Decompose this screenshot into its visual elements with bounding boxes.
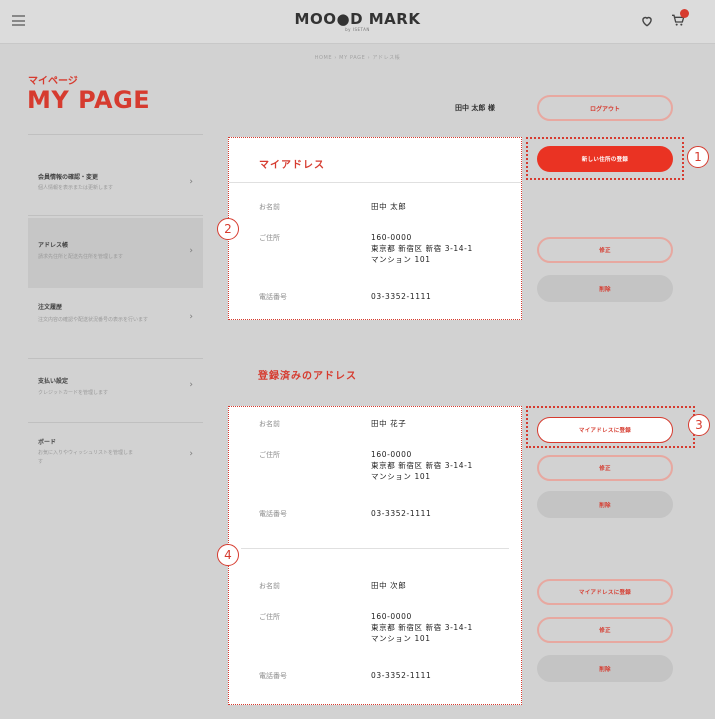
edit-button[interactable]: 修正 <box>537 617 673 643</box>
chevron-right-icon: › <box>189 380 193 390</box>
sidebar-item-title: 注文履歴 <box>38 304 63 311</box>
chevron-right-icon: › <box>189 246 193 256</box>
cart-badge <box>680 9 689 18</box>
site-logo-sub: by ISETAN <box>345 27 370 32</box>
chevron-right-icon: › <box>189 312 193 322</box>
address-value: 160-0000 東京都 新宿区 新宿 3-14-1 マンション 101 <box>371 450 473 481</box>
breadcrumb: HOME › MY PAGE › アドレス帳 <box>314 55 401 61</box>
phone-label: 電話番号 <box>259 510 287 518</box>
site-header: MOO●D MARK by ISETAN <box>0 0 715 44</box>
address-label: ご住所 <box>259 451 280 459</box>
sidebar-divider <box>28 422 203 423</box>
my-address-card: マイアドレス お名前 田中 太郎 ご住所 160-0000 東京都 新宿区 新宿… <box>228 137 522 320</box>
phone-label: 電話番号 <box>259 672 287 680</box>
page-title: MY PAGE <box>27 86 151 114</box>
sidebar-item-desc: クレジットカードを管理します <box>38 390 109 396</box>
sidebar-divider <box>28 134 203 135</box>
phone-label: 電話番号 <box>259 293 287 301</box>
chevron-right-icon: › <box>189 449 193 459</box>
page-title-jp: マイページ <box>28 76 78 87</box>
sidebar-item-desc: 個人情報を表示または更新します <box>38 185 114 191</box>
name-value: 田中 次郎 <box>371 581 407 590</box>
delete-button[interactable]: 削除 <box>537 491 673 518</box>
sidebar-item-payment-settings[interactable]: 支払い設定 クレジットカードを管理します › <box>28 362 203 422</box>
delete-button[interactable]: 削除 <box>537 275 673 302</box>
sidebar-divider <box>28 215 203 216</box>
sidebar-item-title: 支払い設定 <box>38 378 69 385</box>
address-value: 160-0000 東京都 新宿区 新宿 3-14-1 マンション 101 <box>371 233 473 264</box>
phone-value: 03-3352-1111 <box>371 671 432 680</box>
user-name: 田中 太郎 様 <box>455 104 495 112</box>
sidebar-item-desc: 注文内容の確認や配送状況番号の表示を行います <box>38 317 149 323</box>
address-value: 160-0000 東京都 新宿区 新宿 3-14-1 マンション 101 <box>371 612 473 643</box>
card-divider <box>229 182 521 183</box>
callout-number: 2 <box>217 218 239 240</box>
callout-number: 3 <box>688 414 710 436</box>
name-value: 田中 花子 <box>371 419 407 428</box>
name-label: お名前 <box>259 582 280 590</box>
callout-number: 1 <box>687 146 709 168</box>
sidebar-item-title: アドレス帳 <box>38 242 69 249</box>
registered-address-title: 登録済みのアドレス <box>258 371 357 382</box>
name-label: お名前 <box>259 420 280 428</box>
set-my-address-button[interactable]: マイアドレスに登録 <box>537 579 673 605</box>
edit-button[interactable]: 修正 <box>537 455 673 481</box>
chevron-right-icon: › <box>189 177 193 187</box>
set-my-address-button[interactable]: マイアドレスに登録 <box>537 417 673 443</box>
sidebar-item-desc: お気に入りやウィッシュリストを管理します <box>38 450 134 465</box>
phone-value: 03-3352-1111 <box>371 292 432 301</box>
site-logo[interactable]: MOO●D MARK <box>0 10 715 28</box>
edit-button[interactable]: 修正 <box>537 237 673 263</box>
name-value: 田中 太郎 <box>371 202 407 211</box>
delete-button[interactable]: 削除 <box>537 655 673 682</box>
sidebar-divider <box>28 358 203 359</box>
sidebar-item-desc: 請求先住所と配送先住所を管理します <box>38 254 124 260</box>
sidebar-item-order-history[interactable]: 注文履歴 注文内容の確認や配送状況番号の表示を行います › <box>28 290 203 360</box>
sidebar-item-board[interactable]: ボード お気に入りやウィッシュリストを管理します › <box>28 425 203 490</box>
logout-button[interactable]: ログアウト <box>537 95 673 121</box>
sidebar-item-member-info[interactable]: 会員情報の確認・変更 個人情報を表示または更新します › <box>28 150 203 215</box>
sidebar-item-address-book[interactable]: アドレス帳 請求先住所と配送先住所を管理します › <box>28 218 203 288</box>
name-label: お名前 <box>259 203 280 211</box>
sidebar-item-title: ボード <box>38 439 57 446</box>
address-label: ご住所 <box>259 613 280 621</box>
entry-divider <box>241 548 509 549</box>
address-label: ご住所 <box>259 234 280 242</box>
callout-number: 4 <box>217 544 239 566</box>
heart-icon[interactable] <box>640 14 654 28</box>
sidebar-item-title: 会員情報の確認・変更 <box>38 174 99 181</box>
phone-value: 03-3352-1111 <box>371 509 432 518</box>
my-address-title: マイアドレス <box>259 160 325 171</box>
registered-address-card: お名前 田中 花子 ご住所 160-0000 東京都 新宿区 新宿 3-14-1… <box>228 406 522 705</box>
new-address-button[interactable]: 新しい住所の登録 <box>537 146 673 172</box>
